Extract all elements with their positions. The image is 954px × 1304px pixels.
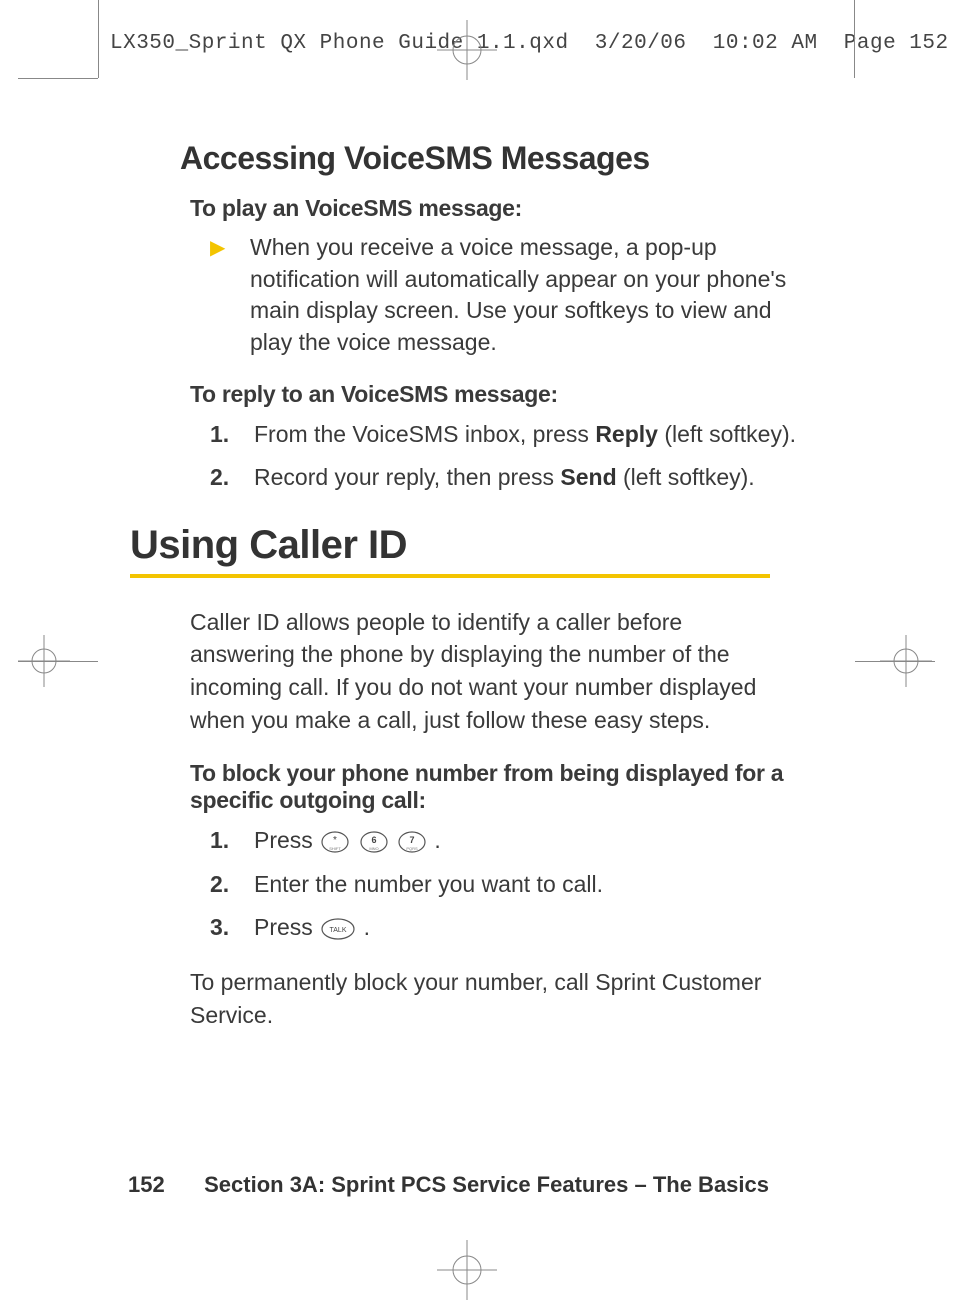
paragraph: To permanently block your number, call S… bbox=[190, 966, 790, 1031]
softkey-name: Reply bbox=[595, 421, 658, 447]
slug-date: 3/20/06 bbox=[595, 32, 687, 55]
crop-mark bbox=[18, 661, 98, 662]
step-text: Press *SHIFT 6MNO 7PQRS . bbox=[254, 824, 820, 857]
list-item: 1. Press *SHIFT 6MNO 7PQRS . bbox=[210, 824, 820, 857]
step-number: 3. bbox=[210, 911, 254, 944]
step-number: 1. bbox=[210, 418, 254, 451]
step-text: Press TALK . bbox=[254, 911, 820, 944]
keypad-7-icon: 7PQRS bbox=[397, 831, 427, 853]
svg-text:MNO: MNO bbox=[369, 846, 378, 851]
label-reply-voicesms: To reply to an VoiceSMS message: bbox=[190, 381, 820, 408]
step-text: From the VoiceSMS inbox, press Reply (le… bbox=[254, 418, 820, 451]
svg-text:*: * bbox=[333, 835, 337, 846]
page-footer: 152 Section 3A: Sprint PCS Service Featu… bbox=[128, 1172, 769, 1198]
step-number: 2. bbox=[210, 868, 254, 901]
text-fragment: . bbox=[364, 914, 370, 940]
slug-time: 10:02 AM bbox=[713, 32, 818, 55]
bullet-triangle-icon: ▶ bbox=[210, 232, 250, 359]
registration-mark-icon bbox=[437, 20, 497, 80]
svg-text:7: 7 bbox=[409, 835, 414, 845]
keypad-talk-icon: TALK bbox=[320, 918, 356, 940]
step-text: Enter the number you want to call. bbox=[254, 868, 820, 901]
crop-mark bbox=[98, 0, 99, 78]
section-label: Section 3A: Sprint PCS Service Features … bbox=[204, 1172, 769, 1197]
slug-page: Page 152 bbox=[844, 32, 949, 55]
crop-mark bbox=[855, 661, 935, 662]
page-number: 152 bbox=[128, 1172, 198, 1198]
bullet-item: ▶ When you receive a voice message, a po… bbox=[210, 232, 820, 359]
list-item: 3. Press TALK . bbox=[210, 911, 820, 944]
list-item: 1. From the VoiceSMS inbox, press Reply … bbox=[210, 418, 820, 451]
svg-text:6: 6 bbox=[371, 835, 376, 845]
crop-mark bbox=[854, 0, 855, 78]
slug-filename: LX350_Sprint QX Phone Guide_1.1.qxd bbox=[110, 32, 569, 55]
list-item: 2. Record your reply, then press Send (l… bbox=[210, 461, 820, 494]
keypad-star-icon: *SHIFT bbox=[320, 831, 350, 853]
text-fragment: Record your reply, then press bbox=[254, 464, 560, 490]
text-fragment: . bbox=[434, 827, 440, 853]
label-play-voicesms: To play an VoiceSMS message: bbox=[190, 195, 820, 222]
bullet-text: When you receive a voice message, a pop-… bbox=[250, 232, 820, 359]
prepress-slug: LX350_Sprint QX Phone Guide_1.1.qxd 3/20… bbox=[110, 32, 949, 55]
text-fragment: (left softkey). bbox=[617, 464, 755, 490]
heading-callerid: Using Caller ID bbox=[130, 523, 770, 578]
step-number: 2. bbox=[210, 461, 254, 494]
list-item: 2. Enter the number you want to call. bbox=[210, 868, 820, 901]
svg-text:SHIFT: SHIFT bbox=[329, 846, 341, 851]
text-fragment: Press bbox=[254, 914, 319, 940]
crop-mark bbox=[18, 78, 98, 79]
softkey-name: Send bbox=[560, 464, 616, 490]
paragraph: Caller ID allows people to identify a ca… bbox=[190, 606, 790, 737]
text-fragment: (left softkey). bbox=[658, 421, 796, 447]
keypad-6-icon: 6MNO bbox=[359, 831, 389, 853]
text-fragment: Press bbox=[254, 827, 319, 853]
page-content: Accessing VoiceSMS Messages To play an V… bbox=[130, 140, 820, 1032]
heading-voicesms: Accessing VoiceSMS Messages bbox=[180, 140, 820, 177]
svg-text:TALK: TALK bbox=[330, 927, 347, 934]
step-text: Record your reply, then press Send (left… bbox=[254, 461, 820, 494]
svg-text:PQRS: PQRS bbox=[406, 846, 418, 851]
step-number: 1. bbox=[210, 824, 254, 857]
text-fragment: From the VoiceSMS inbox, press bbox=[254, 421, 595, 447]
label-block-number: To block your phone number from being di… bbox=[190, 760, 790, 814]
registration-mark-icon bbox=[437, 1240, 497, 1300]
